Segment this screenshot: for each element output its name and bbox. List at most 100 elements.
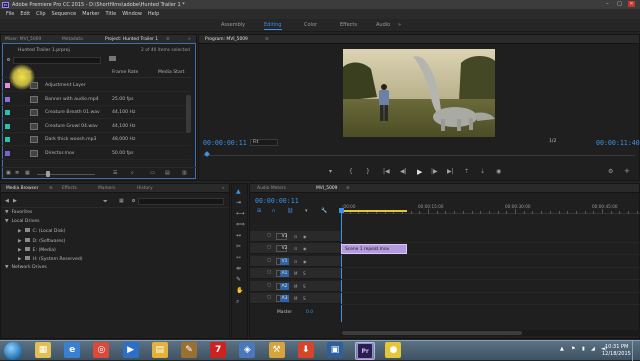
extract-icon[interactable]: ⇣ bbox=[480, 168, 485, 175]
media-search-input[interactable] bbox=[138, 198, 224, 205]
back-icon[interactable]: ◀ bbox=[5, 198, 9, 204]
menu-window[interactable]: Window bbox=[122, 11, 142, 17]
panel-menu-icon[interactable]: ≡ bbox=[346, 186, 350, 191]
taskbar-app-button[interactable]: Pr bbox=[355, 342, 376, 360]
linked-selection-icon[interactable]: ⛓ bbox=[287, 208, 293, 214]
step-back-icon[interactable]: ◀| bbox=[400, 168, 407, 175]
project-scrollbar[interactable] bbox=[186, 95, 191, 133]
nest-icon[interactable]: ⊞ bbox=[257, 208, 261, 214]
lock-track-icon[interactable]: ▢ bbox=[267, 295, 271, 300]
tab-sequence[interactable]: MVI_5009 bbox=[316, 186, 337, 191]
slip-tool-icon[interactable]: ⇿ bbox=[236, 254, 241, 261]
razor-tool-icon[interactable]: ✂ bbox=[236, 243, 241, 250]
zoom-tool-icon[interactable]: ⌕ bbox=[236, 298, 239, 306]
workspace-editing[interactable]: Editing bbox=[264, 22, 281, 28]
tree-item-drive[interactable]: ▶ C: (Local Disk) bbox=[18, 228, 66, 234]
timeline-scrollbar[interactable] bbox=[341, 330, 640, 336]
workspace-effects[interactable]: Effects bbox=[340, 22, 357, 28]
menu-file[interactable]: File bbox=[6, 11, 14, 17]
settings-icon[interactable]: ⚙ bbox=[608, 168, 613, 175]
close-button[interactable]: ✕ bbox=[628, 1, 635, 7]
label-color-swatch[interactable] bbox=[5, 123, 10, 129]
maximize-button[interactable]: □ bbox=[616, 1, 623, 7]
panel-menu-icon[interactable]: ≡ bbox=[49, 186, 53, 191]
audio-track-label[interactable]: A1 bbox=[280, 270, 289, 278]
sort-icon[interactable]: ☰ bbox=[113, 170, 117, 176]
label-color-swatch[interactable] bbox=[5, 150, 10, 156]
solo-button[interactable]: S bbox=[303, 296, 306, 301]
hand-tool-icon[interactable]: ✋ bbox=[236, 287, 243, 294]
video-track-label[interactable]: V2 bbox=[280, 245, 289, 252]
lock-track-icon[interactable]: ▢ bbox=[267, 283, 271, 288]
label-color-swatch[interactable] bbox=[5, 96, 10, 102]
ripple-edit-tool-icon[interactable]: ⟷ bbox=[236, 210, 245, 217]
tree-item-group[interactable]: ▼ Favorites bbox=[5, 210, 32, 215]
list-item[interactable]: Creature Growl 04.wav 44,100 Hz bbox=[1, 120, 191, 133]
label-color-swatch[interactable] bbox=[5, 137, 10, 142]
zoom-dropdown[interactable]: Fit bbox=[250, 139, 278, 146]
taskbar-app-button[interactable]: 7 bbox=[209, 342, 229, 360]
tab-metadata[interactable]: Metadata bbox=[62, 37, 83, 42]
filter-icon[interactable]: ⏷ bbox=[103, 198, 108, 206]
column-media-start[interactable]: Media Start bbox=[158, 70, 184, 75]
list-item[interactable]: Adjustment Layer bbox=[1, 79, 191, 92]
video-track-label[interactable]: V1 bbox=[280, 257, 289, 265]
toggle-output-icon[interactable]: ◉ bbox=[303, 259, 307, 264]
tab-markers[interactable]: Markers bbox=[98, 186, 115, 191]
snap-icon[interactable]: ∩ bbox=[272, 208, 276, 214]
expand-arrow-icon[interactable]: ▼ bbox=[5, 265, 9, 270]
sync-lock-icon[interactable]: ⊡ bbox=[294, 259, 297, 264]
program-scrubber[interactable] bbox=[203, 151, 635, 157]
marker-icon[interactable]: ▾ bbox=[329, 168, 332, 175]
audio-track-label[interactable]: A2 bbox=[280, 282, 289, 290]
wrench-icon[interactable]: 🔧 bbox=[321, 208, 327, 214]
taskbar-app-button[interactable]: ● bbox=[384, 342, 404, 360]
menu-marker[interactable]: Marker bbox=[82, 11, 99, 17]
new-bin-icon[interactable]: ▭ bbox=[150, 170, 155, 176]
panel-overflow-icon[interactable]: » bbox=[222, 186, 225, 191]
tray-expand-icon[interactable]: ▲ bbox=[560, 346, 564, 352]
find-icon[interactable]: ⌕ bbox=[131, 170, 134, 176]
delete-icon[interactable]: ▥ bbox=[182, 170, 187, 176]
panel-menu-icon[interactable]: ≡ bbox=[265, 37, 269, 42]
workspace-overflow[interactable]: » bbox=[398, 22, 401, 28]
list-item[interactable]: Dark thick woosh.mp3 48,000 Hz bbox=[1, 133, 191, 146]
rate-stretch-tool-icon[interactable]: ↔ bbox=[236, 232, 241, 239]
work-area-bar[interactable] bbox=[341, 210, 407, 212]
expand-arrow-icon[interactable]: ▼ bbox=[5, 219, 9, 224]
panel-overflow-icon[interactable]: » bbox=[188, 37, 191, 42]
lock-track-icon[interactable]: ▢ bbox=[267, 258, 271, 263]
export-frame-icon[interactable]: ◉ bbox=[496, 168, 501, 175]
taskbar-app-button[interactable]: ▣ bbox=[326, 342, 346, 360]
tab-project[interactable]: Project: Hunted Trailer 1 bbox=[105, 37, 158, 42]
timeline-timecode[interactable]: 00:00:00:11 bbox=[255, 197, 299, 205]
taskbar-app-button[interactable]: e bbox=[63, 342, 83, 360]
tree-item-drive[interactable]: ▶ E: (Media) bbox=[18, 246, 56, 253]
add-button-icon[interactable]: + bbox=[624, 167, 630, 175]
pen-tool-icon[interactable]: ✎ bbox=[236, 276, 241, 283]
tab-program[interactable]: Program: MVI_5009 bbox=[205, 37, 248, 42]
audio-track-label[interactable]: A3 bbox=[280, 295, 289, 302]
go-to-out-icon[interactable]: ▶| bbox=[447, 168, 454, 175]
taskbar-app-button[interactable]: ⚒ bbox=[268, 342, 288, 360]
menu-clip[interactable]: Clip bbox=[36, 11, 45, 17]
taskbar-app-button[interactable]: ◎ bbox=[92, 342, 112, 360]
lift-icon[interactable]: ⇡ bbox=[464, 168, 469, 175]
slide-tool-icon[interactable]: ⇹ bbox=[236, 265, 241, 272]
tray-flag-icon[interactable]: ⚑ bbox=[571, 346, 575, 352]
taskbar-app-button[interactable]: ⬇ bbox=[297, 342, 317, 360]
tree-item-drive[interactable]: ▶ H: (System Reserved) bbox=[18, 256, 83, 262]
master-volume[interactable]: 0.0 bbox=[306, 310, 313, 315]
list-item[interactable]: Creature Breath 01.wav 44,100 Hz bbox=[1, 106, 191, 119]
sync-lock-icon[interactable]: ⊡ bbox=[294, 234, 297, 239]
workspace-audio[interactable]: Audio bbox=[376, 22, 390, 28]
lock-track-icon[interactable]: ▢ bbox=[267, 233, 271, 238]
expand-arrow-icon[interactable]: ▶ bbox=[18, 257, 22, 262]
timeline-scroll-thumb[interactable] bbox=[342, 331, 522, 335]
resolution-dropdown[interactable]: 1/2 bbox=[547, 139, 569, 146]
expand-arrow-icon[interactable]: ▼ bbox=[5, 210, 9, 215]
tray-network-icon[interactable]: ◢ bbox=[591, 346, 595, 352]
clock-date[interactable]: 12/18/2015 bbox=[602, 351, 631, 357]
workspace-color[interactable]: Color bbox=[304, 22, 317, 28]
mute-button[interactable]: M bbox=[294, 296, 297, 301]
